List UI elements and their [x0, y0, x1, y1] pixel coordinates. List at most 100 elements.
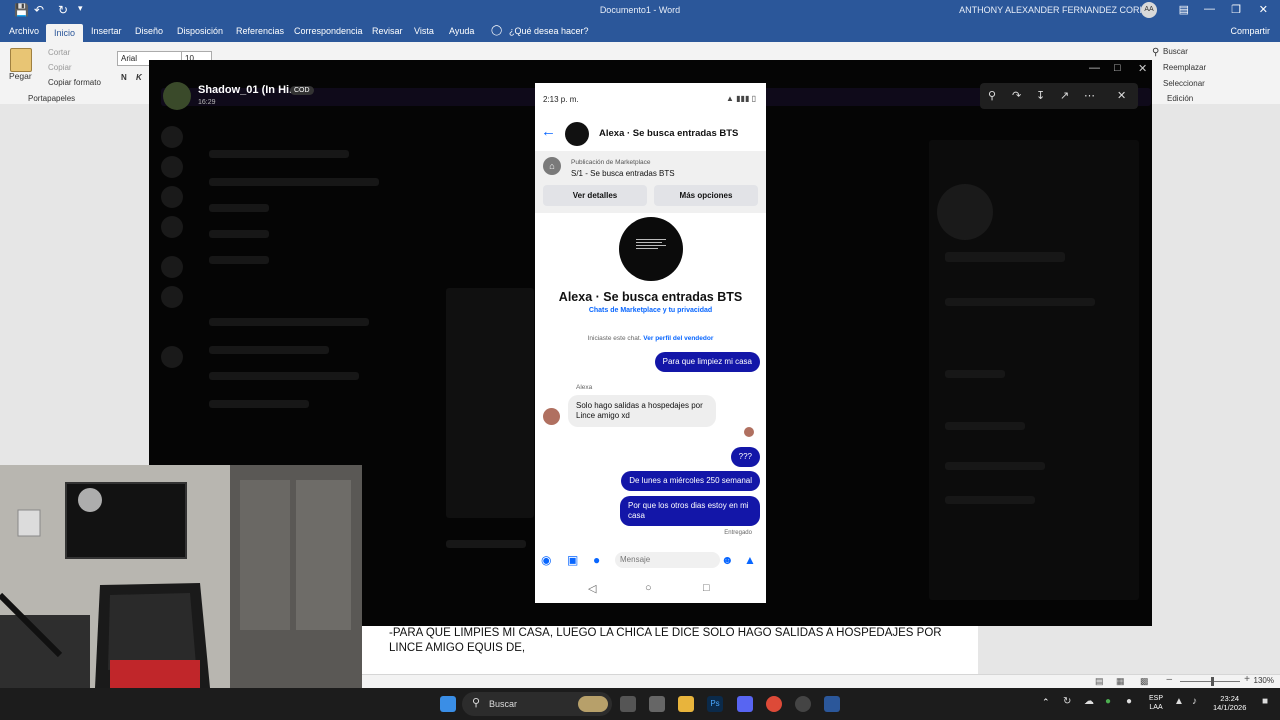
- viewer-close-window-icon[interactable]: ✕: [1138, 62, 1147, 75]
- close-icon[interactable]: ✕: [1117, 89, 1126, 102]
- ribbon-display-icon[interactable]: ▤: [1179, 3, 1189, 16]
- tab-disposicion[interactable]: Disposición: [177, 26, 223, 36]
- viewer-toolbar: ⚲ ↷ ↧ ↗ ⋯ ✕: [980, 83, 1138, 109]
- download-icon[interactable]: ↧: [1036, 89, 1045, 102]
- format-painter-button[interactable]: Copiar formato: [48, 78, 101, 87]
- emoji-icon[interactable]: ☻: [721, 553, 734, 567]
- bold-button[interactable]: N: [121, 73, 127, 82]
- tab-archivo[interactable]: Archivo: [9, 26, 39, 36]
- avatar[interactable]: [543, 408, 560, 425]
- conversation-title[interactable]: Alexa · Se busca entradas BTS: [599, 128, 738, 139]
- zoom-out-icon[interactable]: –: [1166, 674, 1172, 685]
- chevron-up-icon[interactable]: ⌃: [1042, 697, 1050, 708]
- more-options-button[interactable]: Más opciones: [654, 185, 758, 206]
- nav-recents-icon[interactable]: □: [703, 582, 710, 594]
- app-icon[interactable]: [649, 696, 665, 712]
- zoom-in-icon[interactable]: +: [1244, 674, 1250, 685]
- photoshop-icon[interactable]: Ps: [707, 696, 723, 712]
- message-outgoing[interactable]: Por que los otros dias estoy en mi casa: [620, 496, 760, 526]
- rotate-icon[interactable]: ↷: [1012, 89, 1021, 102]
- close-icon[interactable]: ✕: [1259, 3, 1268, 16]
- find-icon[interactable]: ⚲: [1152, 47, 1159, 58]
- discord-icon[interactable]: [737, 696, 753, 712]
- nav-home-icon[interactable]: ○: [645, 582, 652, 594]
- web-layout-icon[interactable]: ▩: [1140, 676, 1149, 687]
- share-button[interactable]: Compartir: [1230, 26, 1270, 36]
- message-outgoing[interactable]: De lunes a miércoles 250 semanal: [621, 471, 760, 491]
- language-indicator[interactable]: ESP LAA: [1149, 694, 1163, 712]
- tab-correspondencia[interactable]: Correspondencia: [294, 26, 363, 36]
- print-layout-icon[interactable]: ▦: [1116, 676, 1125, 687]
- viewer-minimize-icon[interactable]: —: [1089, 62, 1100, 74]
- message-incoming[interactable]: Solo hago salidas a hospedajes por Lince…: [568, 395, 716, 427]
- open-external-icon[interactable]: ↗: [1060, 89, 1069, 102]
- zoom-icon[interactable]: ⚲: [988, 89, 996, 102]
- select-button[interactable]: Seleccionar: [1163, 79, 1205, 88]
- task-view-icon[interactable]: [620, 696, 636, 712]
- document-text[interactable]: -PARA QUE LIMPIES MI CASA, LUEGO LA CHIC…: [389, 626, 949, 656]
- microphone-icon[interactable]: ●: [593, 553, 600, 567]
- avatar[interactable]: [565, 122, 589, 146]
- view-details-button[interactable]: Ver detalles: [543, 185, 647, 206]
- back-arrow-icon[interactable]: ←: [541, 123, 556, 140]
- security-icon[interactable]: ●: [1105, 696, 1111, 707]
- chat-started-text: Iniciaste este chat.: [587, 335, 642, 342]
- zoom-slider-thumb[interactable]: [1211, 677, 1214, 686]
- lightbulb-icon: ◯: [491, 25, 503, 36]
- minimize-icon[interactable]: —: [1204, 3, 1215, 15]
- system-clock[interactable]: 23:24 14/1/2026: [1213, 694, 1246, 712]
- gallery-icon[interactable]: ▣: [567, 553, 578, 567]
- viewer-maximize-icon[interactable]: □: [1114, 62, 1121, 74]
- like-icon[interactable]: ▲: [744, 553, 756, 567]
- seen-avatar: [744, 427, 754, 437]
- marketplace-bar: ⌂ Publicación de Marketplace S/1 - Se bu…: [535, 151, 766, 213]
- message-composer: ◉ ▣ ● Mensaje ☻ ▲: [535, 545, 766, 575]
- notification-icon[interactable]: ■: [1262, 696, 1268, 707]
- word-icon[interactable]: [824, 696, 840, 712]
- app-icon[interactable]: [795, 696, 811, 712]
- start-icon[interactable]: [440, 696, 456, 712]
- sync-icon[interactable]: ↻: [1063, 696, 1071, 707]
- tab-ayuda[interactable]: Ayuda: [449, 26, 474, 36]
- message-outgoing[interactable]: Para que limpiez mi casa: [654, 352, 760, 372]
- zoom-slider[interactable]: [1180, 681, 1240, 682]
- cloud-icon[interactable]: ☁: [1084, 696, 1094, 707]
- restore-icon[interactable]: ❐: [1231, 3, 1241, 16]
- tab-inicio[interactable]: Inicio: [46, 24, 84, 42]
- avatar[interactable]: [619, 217, 683, 281]
- paste-button[interactable]: Pegar: [9, 71, 32, 81]
- tab-revisar[interactable]: Revisar: [372, 26, 403, 36]
- search-highlight-icon[interactable]: [578, 696, 608, 712]
- chrome-icon[interactable]: [766, 696, 782, 712]
- copy-button[interactable]: Copiar: [48, 63, 72, 72]
- tab-insertar[interactable]: Insertar: [91, 26, 122, 36]
- tell-me-search[interactable]: ¿Qué desea hacer?: [509, 26, 589, 36]
- camera-icon[interactable]: ◉: [541, 553, 551, 567]
- italic-button[interactable]: K: [136, 73, 142, 82]
- zoom-level[interactable]: 130%: [1254, 676, 1274, 685]
- file-explorer-icon[interactable]: [678, 696, 694, 712]
- volume-icon[interactable]: ♪: [1192, 696, 1197, 707]
- message-input[interactable]: Mensaje: [615, 552, 720, 568]
- clipboard-icon[interactable]: [10, 48, 32, 72]
- delivery-status: Entregado: [724, 530, 752, 536]
- tab-referencias[interactable]: Referencias: [236, 26, 284, 36]
- wifi-icon[interactable]: ▲: [1174, 696, 1184, 707]
- seller-profile-link[interactable]: Ver perfil del vendedor: [643, 335, 713, 342]
- marketplace-privacy-link[interactable]: Chats de Marketplace y tu privacidad: [535, 307, 766, 314]
- avatar[interactable]: AA: [1141, 2, 1157, 18]
- search-label[interactable]: Buscar: [489, 699, 517, 709]
- more-options-icon[interactable]: ⋯: [1084, 89, 1095, 102]
- microphone-icon[interactable]: ●: [1126, 696, 1132, 707]
- cut-button[interactable]: Cortar: [48, 48, 70, 57]
- tab-diseno[interactable]: Diseño: [135, 26, 163, 36]
- nav-back-icon[interactable]: ◁: [588, 582, 596, 595]
- marketplace-item[interactable]: S/1 - Se busca entradas BTS: [571, 169, 675, 178]
- read-mode-icon[interactable]: ▤: [1095, 676, 1104, 687]
- message-outgoing[interactable]: ???: [730, 447, 760, 467]
- tab-vista[interactable]: Vista: [414, 26, 434, 36]
- find-button[interactable]: Buscar: [1163, 47, 1188, 56]
- replace-button[interactable]: Reemplazar: [1163, 63, 1206, 72]
- user-name[interactable]: ANTHONY ALEXANDER FERNANDEZ CORI: [959, 5, 1142, 15]
- editing-group-label: Edición: [1167, 94, 1194, 103]
